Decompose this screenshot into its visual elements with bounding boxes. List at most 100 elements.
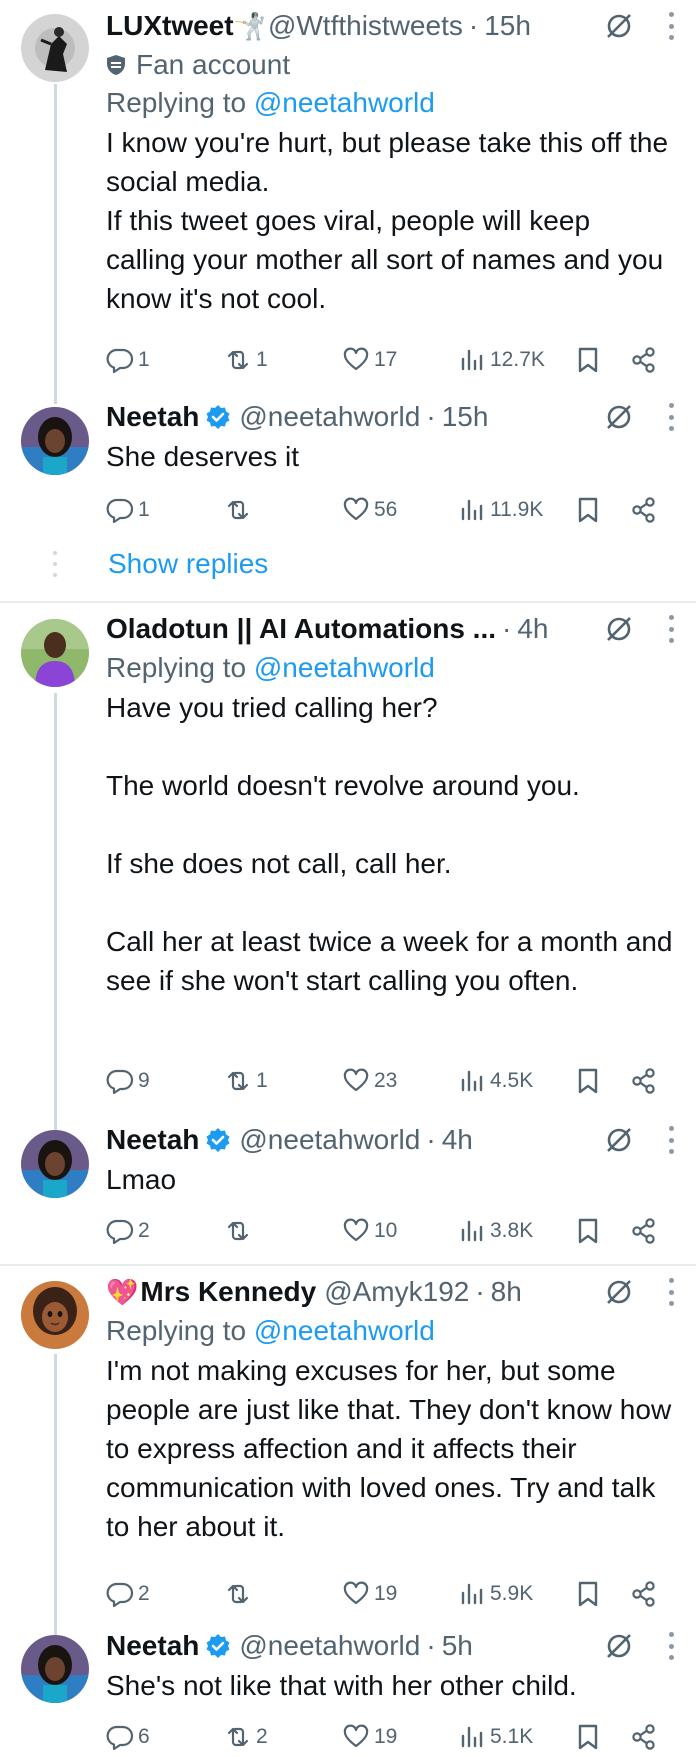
retweet-button[interactable]: 2 bbox=[224, 1717, 268, 1757]
mute-icon[interactable] bbox=[604, 1631, 634, 1661]
timestamp[interactable]: 5h bbox=[442, 1626, 473, 1666]
reply-tweet[interactable]: Neetah @neetahworld · 4h Lmao 2 10 3.8K bbox=[0, 1118, 696, 1266]
avatar[interactable] bbox=[21, 407, 89, 475]
timestamp[interactable]: 15h bbox=[484, 6, 531, 46]
like-count: 56 bbox=[374, 498, 398, 521]
more-icon[interactable] bbox=[668, 403, 674, 431]
retweet-count: 1 bbox=[256, 348, 268, 371]
bookmark-button[interactable] bbox=[574, 1211, 602, 1251]
handle[interactable]: @neetahworld bbox=[239, 397, 420, 437]
display-name[interactable]: Neetah bbox=[106, 397, 199, 437]
more-icon[interactable] bbox=[668, 12, 674, 40]
bookmark-button[interactable] bbox=[574, 490, 602, 530]
like-button[interactable]: 23 bbox=[342, 1061, 397, 1101]
bookmark-icon bbox=[578, 1581, 598, 1607]
views-button[interactable]: 11.9K bbox=[458, 490, 543, 530]
mute-icon[interactable] bbox=[604, 1125, 634, 1155]
mute-icon[interactable] bbox=[604, 402, 634, 432]
timestamp[interactable]: 4h bbox=[517, 609, 548, 649]
views-button[interactable]: 12.7K bbox=[458, 340, 545, 380]
retweet-button[interactable]: 1 bbox=[224, 340, 268, 380]
reply-button[interactable]: 2 bbox=[106, 1574, 150, 1614]
reply-icon bbox=[106, 1582, 134, 1608]
reply-count: 1 bbox=[138, 348, 150, 371]
views-button[interactable]: 5.9K bbox=[458, 1574, 533, 1614]
display-name[interactable]: Mrs Kennedy bbox=[140, 1272, 316, 1312]
bookmark-button[interactable] bbox=[574, 1717, 602, 1757]
thread-ellipsis bbox=[52, 551, 58, 577]
handle[interactable]: @Amyk192 bbox=[324, 1272, 469, 1312]
handle[interactable]: @neetahworld bbox=[239, 1626, 420, 1666]
reply-tweet[interactable]: LUXtweet 🤺 @Wtfthistweets · 15h Fan acco… bbox=[0, 0, 696, 395]
account-label: Fan account bbox=[106, 46, 674, 84]
reply-icon bbox=[106, 498, 134, 524]
views-button[interactable]: 4.5K bbox=[458, 1061, 533, 1101]
retweet-button[interactable] bbox=[224, 1574, 256, 1614]
tweet-actions: 9 1 23 4.5K bbox=[106, 1061, 666, 1101]
avatar[interactable] bbox=[21, 14, 89, 82]
bookmark-button[interactable] bbox=[574, 1061, 602, 1101]
share-icon bbox=[632, 1068, 655, 1094]
avatar[interactable] bbox=[21, 1281, 89, 1349]
handle[interactable]: @Wtfthistweets bbox=[268, 6, 463, 46]
retweet-button[interactable]: 1 bbox=[224, 1061, 268, 1101]
retweet-button[interactable] bbox=[224, 490, 256, 530]
like-button[interactable]: 17 bbox=[342, 340, 397, 380]
more-icon[interactable] bbox=[668, 1632, 674, 1660]
avatar[interactable] bbox=[21, 619, 89, 687]
retweet-icon bbox=[227, 1727, 249, 1747]
reply-tweet[interactable]: 💖 Mrs Kennedy @Amyk192 · 8h Replying to … bbox=[0, 1266, 696, 1626]
show-replies-link[interactable]: Show replies bbox=[108, 544, 268, 584]
timestamp[interactable]: 4h bbox=[442, 1120, 473, 1160]
retweet-icon bbox=[227, 350, 249, 370]
display-name[interactable]: Neetah bbox=[106, 1626, 199, 1666]
like-button[interactable]: 10 bbox=[342, 1211, 397, 1251]
timestamp[interactable]: 15h bbox=[442, 397, 489, 437]
share-button[interactable] bbox=[630, 340, 658, 380]
mute-icon[interactable] bbox=[604, 1277, 634, 1307]
mention-link[interactable]: @neetahworld bbox=[254, 87, 435, 118]
bookmark-button[interactable] bbox=[574, 1574, 602, 1614]
reply-button[interactable]: 1 bbox=[106, 340, 150, 380]
display-name[interactable]: LUXtweet bbox=[106, 6, 234, 46]
reply-button[interactable]: 9 bbox=[106, 1061, 150, 1101]
avatar[interactable] bbox=[21, 1130, 89, 1198]
retweet-button[interactable] bbox=[224, 1211, 256, 1251]
tweet-text: She's not like that with her other child… bbox=[106, 1670, 577, 1701]
share-button[interactable] bbox=[630, 1717, 658, 1757]
views-button[interactable]: 5.1K bbox=[458, 1717, 533, 1757]
bookmark-button[interactable] bbox=[574, 340, 602, 380]
handle[interactable]: @neetahworld bbox=[239, 1120, 420, 1160]
mention-link[interactable]: @neetahworld bbox=[254, 1315, 435, 1346]
reply-tweet[interactable]: Neetah @neetahworld · 5h She's not like … bbox=[0, 1620, 696, 1757]
reply-tweet[interactable]: Neetah @neetahworld · 15h She deserves i… bbox=[0, 395, 696, 545]
mute-icon[interactable] bbox=[604, 11, 634, 41]
view-count: 4.5K bbox=[490, 1069, 534, 1092]
mute-icon[interactable] bbox=[604, 614, 634, 644]
more-icon[interactable] bbox=[668, 1126, 674, 1154]
timestamp[interactable]: 8h bbox=[491, 1272, 522, 1312]
reply-button[interactable]: 6 bbox=[106, 1717, 150, 1757]
share-button[interactable] bbox=[630, 1211, 658, 1251]
mention-link[interactable]: @neetahworld bbox=[254, 652, 435, 683]
share-button[interactable] bbox=[630, 490, 658, 530]
share-button[interactable] bbox=[630, 1574, 658, 1614]
share-button[interactable] bbox=[630, 1061, 658, 1101]
retweet-icon bbox=[227, 500, 249, 520]
reply-button[interactable]: 2 bbox=[106, 1211, 150, 1251]
verified-icon bbox=[206, 1634, 230, 1658]
reply-tweet[interactable]: Oladotun || AI Automations ... · 4h Repl… bbox=[0, 603, 696, 1113]
share-icon bbox=[632, 347, 655, 373]
like-button[interactable]: 56 bbox=[342, 490, 397, 530]
avatar[interactable] bbox=[21, 1635, 89, 1703]
like-button[interactable]: 19 bbox=[342, 1717, 397, 1757]
tweet-header: Neetah @neetahworld · 5h bbox=[106, 1626, 674, 1666]
views-button[interactable]: 3.8K bbox=[458, 1211, 533, 1251]
views-icon bbox=[461, 499, 483, 521]
display-name[interactable]: Oladotun || AI Automations ... bbox=[106, 609, 496, 649]
reply-button[interactable]: 1 bbox=[106, 490, 150, 530]
more-icon[interactable] bbox=[668, 615, 674, 643]
display-name[interactable]: Neetah bbox=[106, 1120, 199, 1160]
more-icon[interactable] bbox=[668, 1278, 674, 1306]
like-button[interactable]: 19 bbox=[342, 1574, 397, 1614]
